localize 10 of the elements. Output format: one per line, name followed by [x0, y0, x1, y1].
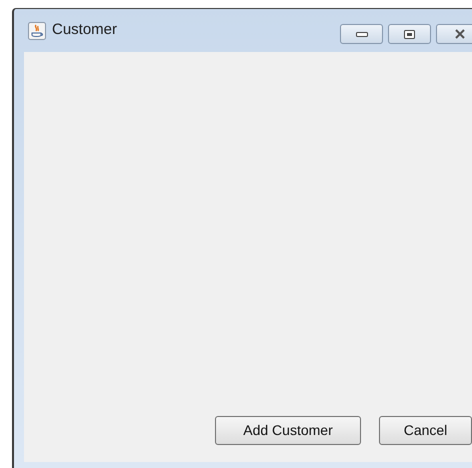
- maximize-button[interactable]: [388, 24, 431, 44]
- minimize-button[interactable]: [340, 24, 383, 44]
- maximize-icon: [404, 30, 415, 38]
- cancel-button[interactable]: Cancel: [379, 416, 472, 445]
- close-icon: [454, 29, 466, 39]
- window-title: Customer: [52, 20, 118, 40]
- minimize-icon: [356, 32, 368, 36]
- java-cup-icon: [28, 22, 46, 40]
- close-button[interactable]: [436, 24, 472, 44]
- add-customer-button[interactable]: Add Customer: [215, 416, 361, 445]
